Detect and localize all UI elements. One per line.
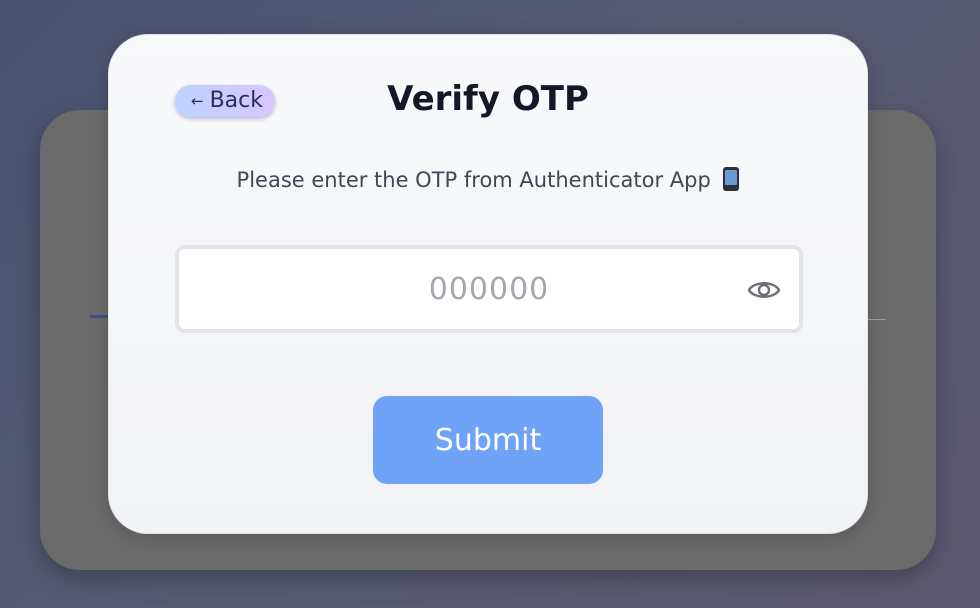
verify-otp-modal: ← Back Verify OTP Please enter the OTP f…: [108, 34, 868, 534]
page-title: Verify OTP: [387, 79, 589, 119]
eye-icon[interactable]: [747, 277, 781, 303]
background-divider-line: [866, 319, 886, 320]
submit-button[interactable]: Submit: [373, 396, 603, 484]
submit-button-label: Submit: [434, 422, 542, 458]
instruction-text: Please enter the OTP from Authenticator …: [236, 168, 711, 192]
instruction-text-container: Please enter the OTP from Authenticator …: [109, 167, 867, 192]
otp-field: [175, 245, 803, 333]
mobile-phone-icon: [723, 167, 740, 191]
otp-input[interactable]: [179, 249, 799, 329]
